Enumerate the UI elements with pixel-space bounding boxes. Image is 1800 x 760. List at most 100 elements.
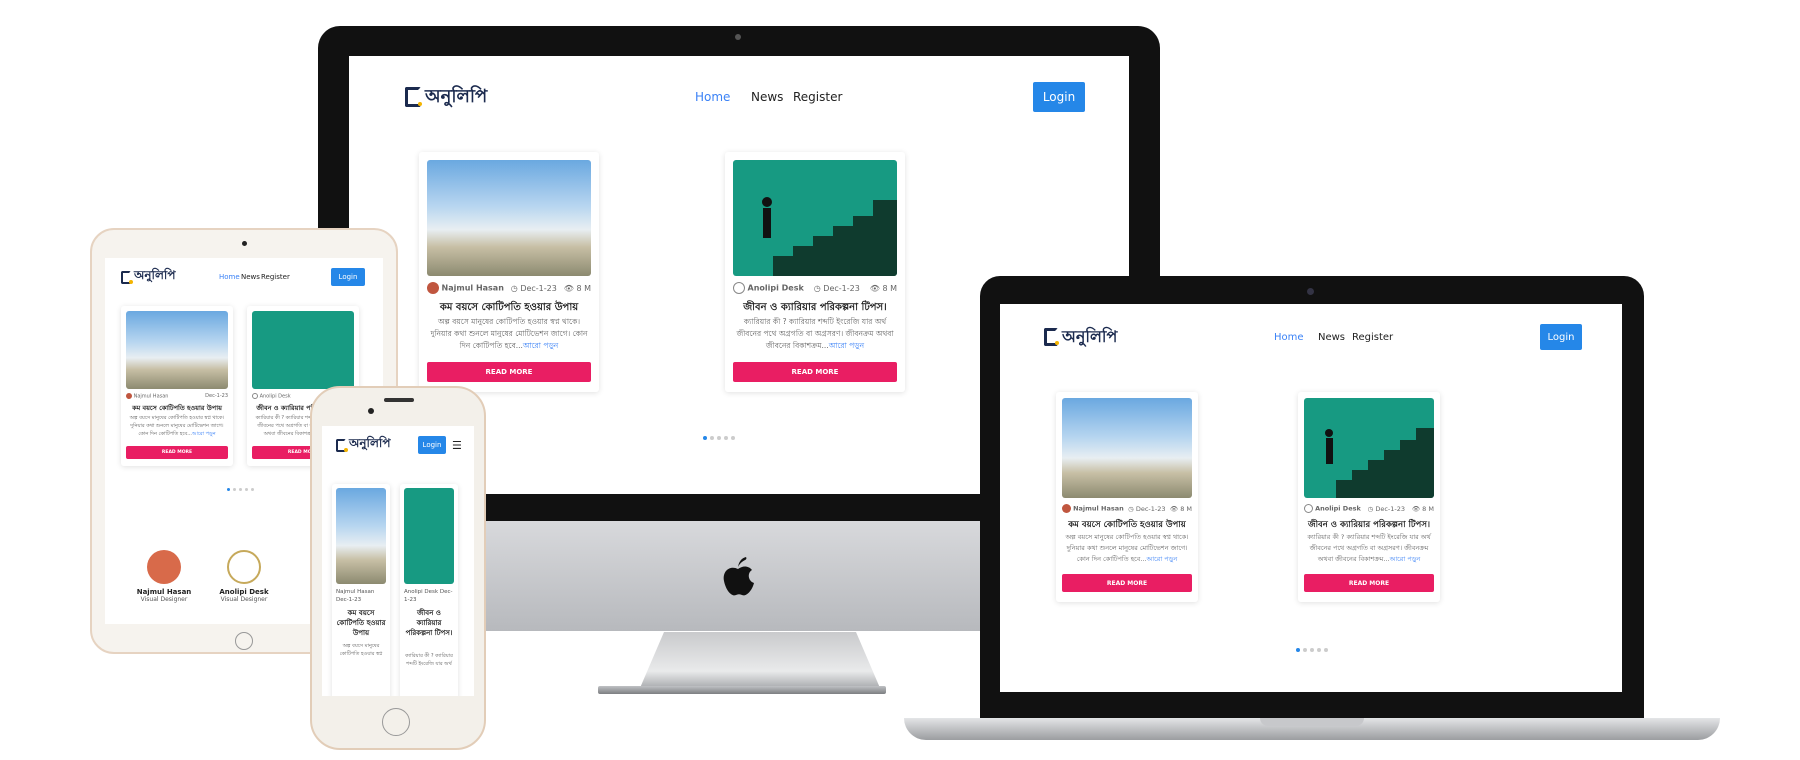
carousel-dot[interactable] bbox=[1296, 648, 1300, 652]
login-button[interactable]: Login bbox=[418, 436, 446, 454]
read-more-button[interactable]: READ MORE bbox=[1062, 574, 1192, 592]
logo-text: অনুলিপি bbox=[349, 436, 391, 450]
nav-register[interactable]: Register bbox=[1352, 332, 1393, 343]
nav-home[interactable]: Home bbox=[695, 90, 730, 104]
carousel-dot[interactable] bbox=[239, 488, 242, 491]
carousel-dot[interactable] bbox=[703, 436, 707, 440]
site-logo[interactable]: অনুলিপি bbox=[1044, 324, 1117, 351]
post-image[interactable] bbox=[336, 488, 386, 584]
site-logo[interactable]: অনুলিপি bbox=[121, 267, 176, 287]
carousel-dot[interactable] bbox=[724, 436, 728, 440]
logo-text: অনুলিপি bbox=[134, 268, 176, 282]
clock-icon: ◷ Dec-1-23 bbox=[1367, 504, 1406, 513]
post-author: Najmul Hasan bbox=[441, 283, 504, 293]
stairs-illustration bbox=[1325, 428, 1434, 498]
team-name: Najmul Hasan bbox=[136, 588, 192, 596]
read-more-button[interactable]: READ MORE bbox=[1304, 574, 1434, 592]
avatar bbox=[427, 282, 439, 294]
avatar bbox=[147, 550, 181, 584]
carousel-dot[interactable] bbox=[227, 488, 230, 491]
login-button[interactable]: Login bbox=[1033, 82, 1085, 112]
carousel-dot[interactable] bbox=[717, 436, 721, 440]
carousel-dot[interactable] bbox=[251, 488, 254, 491]
home-button[interactable] bbox=[382, 708, 410, 736]
post-title[interactable]: জীবন ও ক্যারিয়ার পরিকল্পনা টিপস। bbox=[733, 300, 897, 317]
read-more-link[interactable]: আরো পড়ুন bbox=[1147, 555, 1178, 563]
carousel-dot[interactable] bbox=[245, 488, 248, 491]
logo-icon bbox=[121, 270, 133, 284]
site-logo[interactable]: অনুলিপি bbox=[336, 435, 391, 455]
post-meta: Najmul Hasan Dec-1-23 bbox=[336, 588, 386, 604]
carousel-dot[interactable] bbox=[1324, 648, 1328, 652]
post-title[interactable]: জীবন ও ক্যারিয়ার পরিকল্পনা টিপস। bbox=[1304, 518, 1434, 532]
camera-icon bbox=[368, 408, 374, 414]
read-more-button[interactable]: READ MORE bbox=[733, 362, 897, 382]
navbar: অনুলিপি Home News Register Login bbox=[405, 82, 1085, 112]
carousel-dots[interactable] bbox=[1296, 648, 1328, 652]
nav-news[interactable]: News bbox=[751, 90, 783, 104]
post-title[interactable]: কম বয়সে কোটিপতি হওয়ার উপায় bbox=[126, 403, 228, 414]
read-more-link[interactable]: আরো পড়ুন bbox=[192, 431, 216, 437]
clock-icon: ◷ Dec-1-23 bbox=[510, 283, 557, 293]
camera-icon bbox=[735, 34, 741, 40]
read-more-button[interactable]: READ MORE bbox=[126, 446, 228, 459]
nav-news[interactable]: News bbox=[241, 273, 260, 281]
post-excerpt: অল্প বয়সে মানুষের কোটিপতি হওয়ার স্বপ্ন bbox=[339, 643, 383, 657]
post-image[interactable] bbox=[404, 488, 454, 584]
post-meta: Najmul Hasan ◷ Dec-1-23 👁 8 M bbox=[1062, 504, 1192, 513]
navbar: অনুলিপি Login ☰ bbox=[336, 436, 462, 454]
nav-news[interactable]: News bbox=[1318, 332, 1345, 343]
post-image[interactable] bbox=[126, 311, 228, 389]
post-image[interactable] bbox=[1304, 398, 1434, 498]
team-name: Anolipi Desk bbox=[219, 588, 269, 596]
post-card: Anolipi Desk Dec-1-23 জীবন ও ক্যারিয়ার … bbox=[400, 484, 458, 696]
carousel-dot[interactable] bbox=[731, 436, 735, 440]
post-card: Anolipi Desk ◷ Dec-1-23 👁 8 M জীবন ও ক্য… bbox=[1298, 392, 1440, 602]
carousel-dot[interactable] bbox=[710, 436, 714, 440]
carousel-dot[interactable] bbox=[1303, 648, 1307, 652]
carousel-dots[interactable] bbox=[227, 488, 254, 491]
carousel-dots[interactable] bbox=[703, 436, 735, 440]
post-image[interactable] bbox=[733, 160, 897, 276]
read-more-link[interactable]: আরো পড়ুন bbox=[523, 341, 558, 350]
laptop-device: অনুলিপি Home News Register Login Najmul … bbox=[980, 276, 1644, 726]
carousel-dot[interactable] bbox=[233, 488, 236, 491]
post-author: Anolipi Desk bbox=[747, 283, 804, 293]
post-image[interactable] bbox=[427, 160, 591, 276]
post-excerpt: ক্যারিয়ার কী ? ক্যারিয়ার শব্দটি ইংরেজি… bbox=[405, 653, 453, 667]
navbar: অনুলিপি Home News Register Login bbox=[1044, 324, 1584, 350]
post-image[interactable] bbox=[1062, 398, 1192, 498]
post-author: Anolipi Desk bbox=[404, 589, 439, 595]
imac-stand bbox=[640, 632, 880, 688]
site-logo[interactable]: অনুলিপি bbox=[405, 82, 487, 113]
logo-icon bbox=[336, 438, 348, 452]
post-title[interactable]: কম বয়সে কোটিপতি হওয়ার উপায় bbox=[1062, 518, 1192, 532]
post-title[interactable]: কম বয়সে কোটিপতি হওয়ার উপায় bbox=[336, 608, 386, 638]
read-more-link[interactable]: আরো পড়ুন bbox=[1390, 555, 1421, 563]
nav-home[interactable]: Home bbox=[219, 273, 240, 281]
post-image[interactable] bbox=[252, 311, 354, 389]
login-button[interactable]: Login bbox=[1540, 324, 1582, 350]
post-views: 8 M bbox=[1180, 504, 1192, 513]
post-date: Dec-1-23 bbox=[205, 393, 228, 400]
nav-register[interactable]: Register bbox=[261, 273, 290, 281]
carousel-dot[interactable] bbox=[1310, 648, 1314, 652]
camera-icon bbox=[242, 241, 247, 246]
read-more-link[interactable]: আরো পড়ুন bbox=[829, 341, 864, 350]
menu-icon[interactable]: ☰ bbox=[452, 439, 462, 452]
read-more-button[interactable]: READ MORE bbox=[427, 362, 591, 382]
home-button[interactable] bbox=[235, 632, 253, 650]
nav-home[interactable]: Home bbox=[1274, 332, 1304, 343]
login-button[interactable]: Login bbox=[331, 268, 365, 286]
clock-icon: ◷ Dec-1-23 bbox=[813, 283, 860, 293]
post-title[interactable]: কম বয়সে কোটিপতি হওয়ার উপায় bbox=[427, 300, 591, 317]
carousel-dot[interactable] bbox=[1317, 648, 1321, 652]
post-excerpt: ক্যারিয়ার কী ? ক্যারিয়ার শব্দটি ইংরেজি… bbox=[1307, 533, 1431, 563]
team-member: Najmul Hasan Visual Designer bbox=[129, 550, 199, 603]
post-title[interactable]: জীবন ও ক্যারিয়ার পরিকল্পনা টিপস। bbox=[404, 608, 454, 638]
team-role: Visual Designer bbox=[140, 596, 188, 603]
nav-register[interactable]: Register bbox=[793, 90, 842, 104]
post-date: Dec-1-23 bbox=[1375, 504, 1406, 513]
post-excerpt: ক্যারিয়ার কী ? ক্যারিয়ার শব্দটি ইংরেজি… bbox=[736, 317, 894, 350]
team-member: Anolipi Desk Visual Designer bbox=[209, 550, 279, 603]
